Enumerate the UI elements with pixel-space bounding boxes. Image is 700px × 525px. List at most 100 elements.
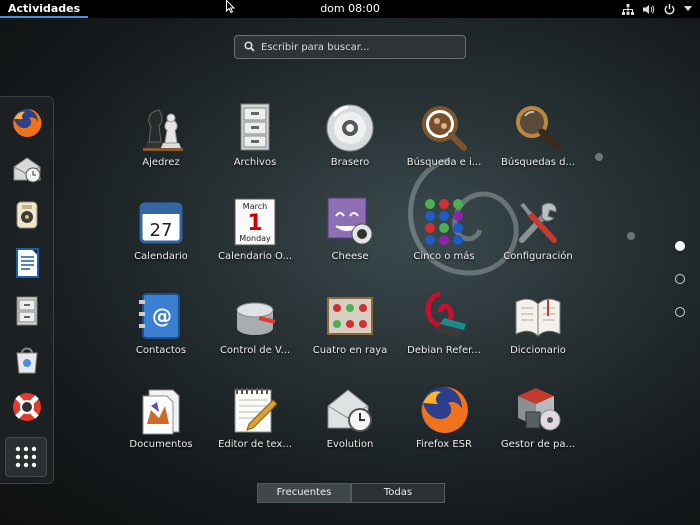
dash-item-evolution[interactable] (9, 151, 45, 187)
app-ajedrez[interactable]: Ajedrez (116, 102, 206, 168)
four-in-a-row-icon (327, 297, 373, 335)
app-cheese[interactable]: Cheese (305, 196, 395, 262)
search-tool-icon (422, 106, 467, 151)
app-label: Calendario O... (217, 251, 293, 262)
app-label: Debian Refer... (407, 345, 481, 356)
app-view-tabs: Frecuentes Todas (257, 483, 445, 503)
dictionary-icon (515, 298, 561, 337)
app-contactos[interactable]: @ Contactos (116, 290, 206, 356)
search-box[interactable] (234, 35, 466, 59)
chevron-down-icon (684, 6, 692, 11)
search-icon (244, 41, 255, 52)
tab-frecuentes[interactable]: Frecuentes (257, 483, 351, 503)
app-brasero[interactable]: Brasero (305, 102, 395, 168)
svg-text:March: March (243, 202, 267, 211)
app-calendario-orage[interactable]: March 1 Monday Calendario O... (210, 196, 300, 262)
calendar-orage-icon: March1Monday (234, 198, 276, 246)
dash-item-archivos[interactable] (9, 293, 45, 329)
page-indicator-1[interactable] (675, 241, 685, 251)
svg-text:@: @ (152, 304, 172, 328)
app-label: Ajedrez (142, 157, 180, 168)
app-label: Búsqueda e i... (406, 157, 482, 168)
app-cuatro-en-raya[interactable]: Cuatro en raya (305, 290, 395, 356)
svg-text:1: 1 (247, 211, 262, 236)
app-label: Brasero (330, 157, 370, 168)
five-or-more-icon (425, 199, 463, 245)
power-icon (664, 3, 675, 14)
app-label: Documentos (129, 439, 193, 450)
clock[interactable]: dom 08:00 (320, 2, 380, 15)
page-indicator-3[interactable] (675, 307, 685, 317)
app-gestor-paquetes[interactable]: Gestor de pa... (493, 384, 583, 450)
app-label: Firefox ESR (416, 439, 472, 450)
brasero-icon (326, 104, 374, 152)
firefox-icon (13, 108, 42, 137)
network-icon (622, 3, 634, 15)
app-calendario[interactable]: 27 Calendario (116, 196, 206, 262)
evolution-icon (13, 157, 41, 183)
decorative-dot (627, 232, 635, 240)
calendar-icon: 27 (139, 202, 183, 244)
dash-item-writer[interactable] (9, 245, 45, 281)
app-label: Contactos (135, 345, 187, 356)
activities-button[interactable]: Actividades (0, 0, 89, 18)
files-icon (16, 296, 38, 326)
top-bar: Actividades dom 08:00 (0, 0, 700, 18)
cheese-icon (327, 197, 373, 245)
app-label: Control de V... (219, 345, 291, 356)
tab-todas[interactable]: Todas (351, 483, 445, 503)
evolution-icon (327, 389, 372, 432)
debian-reference-icon (425, 291, 466, 338)
app-diccionario[interactable]: Diccionario (493, 290, 583, 356)
dash (0, 96, 54, 484)
app-label: Editor de tex... (218, 439, 292, 450)
writer-icon (16, 248, 39, 278)
volume-control-icon (236, 302, 276, 335)
dash-item-rhythmbox[interactable] (9, 197, 45, 233)
rhythmbox-icon (16, 201, 38, 229)
app-configuracion[interactable]: Configuración (493, 196, 583, 262)
app-label: Cheese (331, 251, 369, 262)
help-icon (13, 393, 41, 421)
app-archivos[interactable]: Archivos (210, 102, 300, 168)
app-label: Búsquedas d... (501, 157, 575, 168)
firefox-icon (421, 386, 468, 433)
dash-item-firefox[interactable] (9, 105, 45, 141)
dash-item-software[interactable] (9, 341, 45, 377)
dash-item-mostrar-aplicaciones[interactable] (5, 437, 47, 477)
app-debian-reference[interactable]: Debian Refer... (399, 290, 489, 356)
page-indicator-2[interactable] (675, 274, 685, 284)
app-label: Configuración (503, 251, 573, 262)
svg-text:27: 27 (150, 220, 173, 241)
app-firefox-esr[interactable]: Firefox ESR (399, 384, 489, 450)
volume-icon (643, 4, 655, 14)
app-cinco-o-mas[interactable]: Cinco o más (399, 196, 489, 262)
files-icon (240, 103, 270, 151)
app-label: Archivos (233, 157, 277, 168)
software-icon (16, 347, 38, 374)
svg-text:Monday: Monday (239, 234, 271, 243)
mouse-cursor-icon (226, 0, 235, 13)
text-editor-icon (234, 388, 278, 433)
app-busquedas-diccionario[interactable]: Búsquedas d... (493, 102, 583, 168)
system-tray[interactable] (622, 0, 692, 18)
app-busqueda-archivos[interactable]: Búsqueda e i... (399, 102, 489, 168)
app-evolution[interactable]: Evolution (305, 384, 395, 450)
clock-area: dom 08:00 (0, 0, 700, 18)
app-control-volumen[interactable]: Control de V... (210, 290, 300, 356)
app-editor-texto[interactable]: Editor de tex... (210, 384, 300, 450)
app-label: Cinco o más (413, 251, 475, 262)
app-documentos[interactable]: Documentos (116, 384, 206, 450)
app-label: Gestor de pa... (500, 439, 576, 450)
settings-icon (519, 202, 557, 243)
documents-icon (142, 389, 180, 435)
app-label: Cuatro en raya (312, 345, 388, 356)
decorative-dot (595, 153, 603, 161)
dash-item-ayuda[interactable] (9, 389, 45, 425)
chess-icon (143, 109, 183, 151)
app-label: Diccionario (510, 345, 566, 356)
grid-icon (15, 446, 37, 468)
search-input[interactable] (261, 38, 457, 56)
magnifier-icon (516, 106, 561, 151)
app-label: Evolution (326, 439, 374, 450)
